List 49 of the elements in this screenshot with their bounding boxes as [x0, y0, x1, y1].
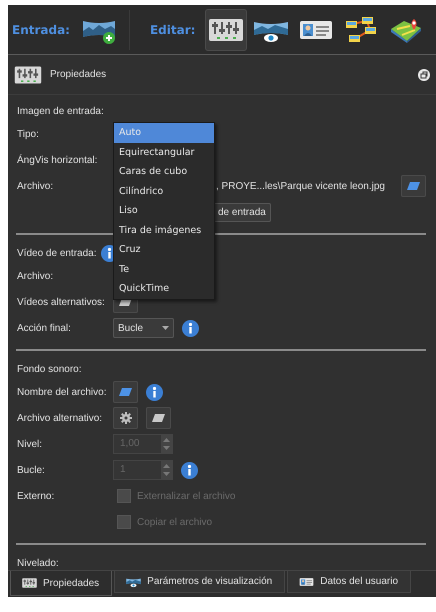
- menu-option[interactable]: Tira de imágenes: [114, 220, 214, 240]
- field-label: Archivo:: [17, 270, 54, 282]
- info-icon[interactable]: [181, 462, 198, 478]
- field-label: Acción final:: [17, 322, 72, 334]
- tool-button[interactable]: [205, 8, 248, 50]
- checkbox-label: Copiar el archivo: [137, 516, 212, 528]
- section-heading: Imagen de entrada:: [17, 106, 104, 116]
- section-heading: Nivelado:: [17, 558, 59, 568]
- id-card-icon: [298, 576, 316, 588]
- field-label: Tipo:: [17, 128, 40, 140]
- combo-box[interactable]: Bucle: [113, 318, 174, 338]
- panorama-eye-icon: [125, 576, 142, 588]
- menu-option[interactable]: Cilíndrico: [114, 182, 214, 201]
- info-icon[interactable]: [146, 384, 163, 400]
- field-label: Nombre del archivo:: [17, 386, 108, 398]
- file-path: , PROYE...les\Parque vicente leon.jpg: [216, 180, 385, 192]
- field-label: Externo:: [17, 490, 56, 502]
- field-label: ÁngVis horizontal:: [17, 154, 98, 166]
- info-icon[interactable]: [182, 320, 199, 336]
- restore-icon[interactable]: [418, 68, 430, 80]
- section-heading: Fondo sonoro:: [17, 364, 82, 374]
- field-label: Bucle:: [17, 464, 46, 476]
- menu-option[interactable]: Liso: [114, 201, 214, 220]
- field-label: Vídeos alternativos:: [17, 296, 106, 308]
- field-label: Archivo alternativo:: [17, 412, 104, 424]
- menu-option[interactable]: Caras de cubo: [114, 162, 214, 182]
- folder-icon: [407, 182, 420, 190]
- panel-title: Propiedades: [50, 69, 108, 80]
- sliders-icon: [21, 577, 38, 589]
- section-heading: Vídeo de entrada:: [17, 248, 97, 258]
- tab[interactable]: Parámetros de visualización: [114, 571, 286, 593]
- checkbox-label: Externalizar el archivo: [137, 490, 236, 502]
- gear-icon: [120, 412, 132, 424]
- settings-button[interactable]: [113, 407, 138, 429]
- edit-label: Editar:: [150, 22, 196, 36]
- menu-option[interactable]: Te: [114, 260, 214, 279]
- menu-option[interactable]: QuickTime: [114, 279, 214, 298]
- tab[interactable]: Propiedades: [10, 571, 112, 596]
- input-button[interactable]: de entrada: [213, 202, 271, 222]
- field-label: Archivo:: [17, 180, 54, 192]
- field-label: Nivel:: [17, 438, 44, 450]
- dropdown-arrow-icon: [162, 326, 169, 330]
- tab[interactable]: Datos del usuario: [287, 571, 412, 593]
- folder-icon: [119, 388, 132, 396]
- menu-option[interactable]: Cruz: [114, 240, 214, 260]
- sliders-icon: [14, 64, 42, 86]
- input-label: Entrada:: [12, 22, 70, 36]
- menu-option[interactable]: Equirectangular: [114, 142, 214, 162]
- folder-icon: [152, 414, 165, 422]
